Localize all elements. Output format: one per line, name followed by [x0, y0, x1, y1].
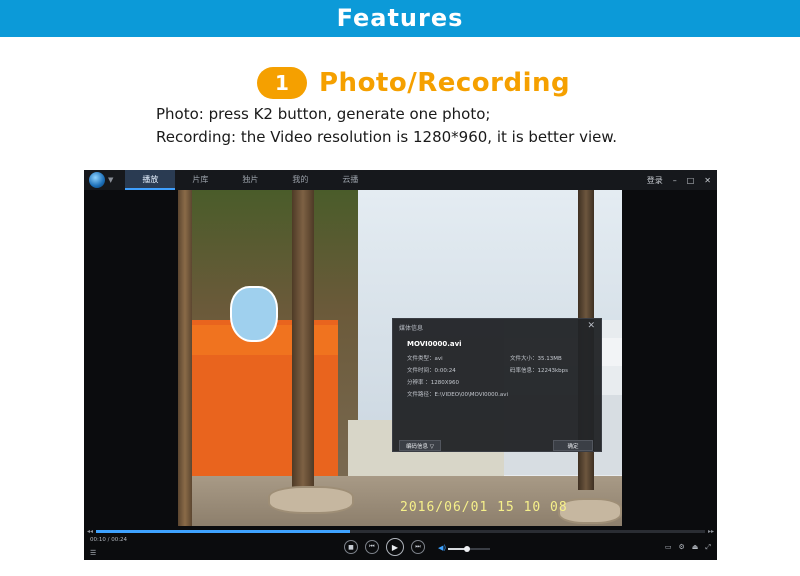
playlist-icon[interactable]: ☰ [90, 549, 96, 557]
recording-description: Recording: the Video resolution is 1280*… [156, 128, 618, 146]
globe-logo-icon[interactable] [89, 172, 105, 188]
next-icon[interactable]: ⏭ [411, 540, 425, 554]
dialog-file-type: 文件类型：avi [407, 356, 443, 362]
progress-fill [96, 529, 350, 533]
number-badge: 1 [257, 67, 307, 99]
control-bar: 00:10 / 00:24 ☰ ■ ⏮ ▶ ⏭ ◀) ▭ ⚙ ⏏ ⤢ [84, 536, 717, 560]
dialog-close-icon[interactable]: ✕ [587, 321, 595, 331]
dialog-file-size: 文件大小：35.13MB [510, 356, 562, 362]
tab-mine[interactable]: 我的 [275, 170, 325, 190]
dialog-file-name: MOVI0000.avi [407, 340, 462, 348]
right-control-icons: ▭ ⚙ ⏏ ⤢ [665, 543, 711, 552]
video-palm-center [292, 190, 314, 500]
video-player-window: ▼ 播放 片库 独片 我的 云播 登录 – □ ✕ 2016/06/01 15 … [84, 170, 717, 560]
minimize-icon[interactable]: – [673, 176, 677, 185]
volume-knob[interactable] [463, 546, 470, 552]
tab-cloud[interactable]: 云播 [325, 170, 375, 190]
time-label: 00:10 / 00:24 [90, 537, 128, 543]
ok-button[interactable]: 确定 [553, 440, 593, 451]
dialog-file-path: 文件路径：E:\VIDEO\00\MOVI0000.avi [407, 392, 509, 398]
player-titlebar: ▼ 播放 片库 独片 我的 云播 登录 – □ ✕ [84, 170, 717, 190]
dialog-title: 媒体信息 [399, 325, 424, 332]
screen-icon[interactable]: ▭ [665, 543, 672, 552]
fullscreen-icon[interactable]: ⤢ [705, 543, 711, 552]
volume-slider[interactable] [448, 546, 490, 552]
volume-icon[interactable]: ◀) [438, 544, 446, 552]
stop-icon[interactable]: ■ [344, 540, 358, 554]
video-palm-left [178, 190, 192, 526]
tab-play[interactable]: 播放 [125, 170, 176, 190]
chevron-down-icon[interactable]: ▼ [108, 176, 113, 184]
settings-icon[interactable]: ⚙ [678, 543, 684, 552]
dialog-duration: 文件时间：0:00:24 [407, 368, 456, 374]
login-button[interactable]: 登录 [647, 175, 663, 186]
number-badge-label: 1 [275, 71, 289, 95]
seek-back-icon[interactable]: ◂◂ [84, 528, 96, 535]
previous-icon[interactable]: ⏮ [365, 540, 379, 554]
features-banner: Features [0, 0, 800, 37]
dialog-resolution: 分辨率 ：1280X960 [407, 380, 460, 386]
codec-info-button[interactable]: 编码信息 ▽ [399, 440, 441, 451]
tab-films[interactable]: 独片 [225, 170, 275, 190]
dialog-bitrate: 码率信息：12243kbps [510, 368, 569, 374]
video-timestamp: 2016/06/01 15 10 08 [400, 500, 568, 515]
video-koala-mascot [230, 286, 278, 342]
window-controls: 登录 – □ ✕ [647, 170, 711, 190]
eject-icon[interactable]: ⏏ [692, 543, 699, 552]
tab-library[interactable]: 片库 [175, 170, 225, 190]
video-frame[interactable]: 2016/06/01 15 10 08 媒体信息 ✕ MOVI0000.avi … [178, 190, 622, 526]
media-info-dialog: 媒体信息 ✕ MOVI0000.avi 文件类型：avi 文件大小：35.13M… [392, 318, 602, 452]
close-icon[interactable]: ✕ [704, 176, 711, 185]
play-icon[interactable]: ▶ [386, 538, 404, 556]
video-planter [268, 486, 354, 514]
progress-row: ◂◂ ▸▸ [84, 526, 717, 536]
section-title: Photo/Recording [319, 68, 571, 98]
maximize-icon[interactable]: □ [687, 176, 695, 185]
progress-track[interactable] [96, 529, 705, 533]
section-heading: 1 Photo/Recording [257, 66, 570, 100]
banner-title: Features [336, 4, 464, 32]
photo-description: Photo: press K2 button, generate one pho… [156, 105, 491, 123]
seek-forward-icon[interactable]: ▸▸ [705, 528, 717, 535]
